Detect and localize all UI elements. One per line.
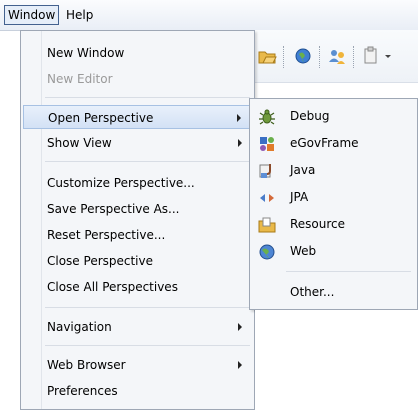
submenu-arrow-icon [238, 323, 242, 331]
perspective-label: JPA [290, 190, 309, 204]
perspective-label: eGovFrame [290, 136, 359, 150]
perspective-item-other[interactable]: Other... [252, 279, 415, 306]
menu-separator [45, 97, 250, 98]
perspective-item-debug[interactable]: Debug [252, 103, 415, 130]
perspective-item-resource[interactable]: Resource [252, 211, 415, 238]
perspective-label: Java [290, 163, 316, 177]
menu-item-label: Navigation [47, 320, 112, 334]
menu-help[interactable]: Help [63, 6, 96, 24]
menu-item-label: Reset Perspective... [47, 228, 166, 242]
menu-item-label: New Window [47, 46, 125, 60]
menu-item-preferences[interactable]: Preferences [23, 379, 252, 403]
java-icon [259, 164, 271, 178]
submenu-arrow-icon [238, 139, 242, 147]
perspective-item-web[interactable]: Web [252, 238, 415, 265]
window-menu: New Window New Editor Open Perspective S… [20, 30, 255, 410]
menu-item-new-editor: New Editor [23, 67, 252, 91]
menu-item-label: Close All Perspectives [47, 280, 178, 294]
menu-item-navigation[interactable]: Navigation [23, 315, 252, 339]
perspective-item-jpa[interactable]: JPA [252, 184, 415, 211]
menu-item-label: Save Perspective As... [47, 202, 180, 216]
menu-item-customize-perspective[interactable]: Customize Perspective... [23, 171, 252, 195]
submenu-arrow-icon [237, 114, 241, 122]
menu-item-label: New Editor [47, 72, 113, 86]
egovframe-icon [260, 137, 274, 151]
menu-separator [45, 345, 250, 346]
menu-item-new-window[interactable]: New Window [23, 41, 252, 65]
toolbar-separator [319, 46, 321, 68]
menu-item-label: Preferences [47, 384, 118, 398]
menu-item-label: Customize Perspective... [47, 176, 195, 190]
open-folder-icon[interactable] [257, 46, 277, 66]
menu-separator [286, 271, 411, 272]
web-globe-icon [259, 244, 275, 260]
perspective-item-egovframe[interactable]: eGovFrame [252, 130, 415, 157]
menu-item-save-perspective-as[interactable]: Save Perspective As... [23, 197, 252, 221]
menu-item-show-view[interactable]: Show View [23, 131, 252, 155]
toolbar [255, 30, 418, 83]
workspace-background [255, 310, 418, 410]
menu-item-reset-perspective[interactable]: Reset Perspective... [23, 223, 252, 247]
menu-item-web-browser[interactable]: Web Browser [23, 353, 252, 377]
menu-item-label: Close Perspective [47, 254, 154, 268]
paste-icon[interactable] [361, 46, 381, 66]
menu-item-open-perspective[interactable]: Open Perspective [23, 105, 252, 129]
menu-item-close-all-perspectives[interactable]: Close All Perspectives [23, 275, 252, 299]
toolbar-separator [283, 46, 285, 68]
perspective-label: Other... [290, 285, 335, 299]
perspective-label: Debug [290, 109, 330, 123]
menu-window[interactable]: Window [4, 5, 60, 25]
menu-item-label: Show View [47, 136, 112, 150]
perspective-label: Web [290, 244, 317, 258]
perspective-item-java[interactable]: Java [252, 157, 415, 184]
menu-separator [45, 161, 250, 162]
resource-folder-icon [258, 217, 276, 233]
open-perspective-submenu: Debug eGovFrame Java JPA Resource Web Ot… [249, 98, 418, 310]
menu-item-label: Web Browser [47, 358, 126, 372]
toolbar-separator [353, 46, 355, 68]
jpa-arrows-icon [260, 194, 274, 202]
submenu-arrow-icon [238, 361, 242, 369]
menu-item-label: Open Perspective [48, 111, 154, 125]
globe-icon[interactable] [293, 46, 313, 66]
search-people-icon[interactable] [327, 46, 347, 66]
menubar: Window Help [0, 0, 418, 31]
dropdown-arrow-icon[interactable] [383, 46, 393, 66]
perspective-label: Resource [290, 217, 346, 231]
menu-separator [45, 307, 250, 308]
menu-item-close-perspective[interactable]: Close Perspective [23, 249, 252, 273]
debug-bug-icon [259, 109, 275, 125]
